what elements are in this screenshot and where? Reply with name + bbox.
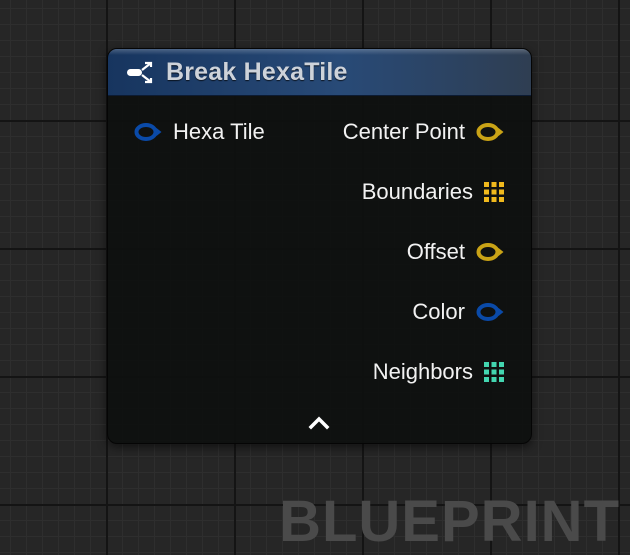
array-pin-icon[interactable]: [483, 181, 505, 203]
pin-boundaries[interactable]: Boundaries: [362, 178, 505, 206]
blueprint-graph-canvas[interactable]: Break HexaTile Hexa Tile Center Point Bo…: [0, 0, 630, 555]
pin-hexa-tile[interactable]: Hexa Tile: [133, 118, 265, 146]
array-pin-icon[interactable]: [483, 361, 505, 383]
pin-label-neighbors: Neighbors: [372, 359, 473, 384]
pin-label-color: Color: [412, 299, 465, 324]
pin-label-offset: Offset: [406, 239, 465, 264]
vector-pin-icon[interactable]: [475, 122, 505, 142]
node-title: Break HexaTile: [166, 58, 348, 86]
pin-neighbors[interactable]: Neighbors: [373, 358, 505, 386]
struct-pin-icon[interactable]: [475, 302, 505, 322]
break-hexatile-node[interactable]: Break HexaTile Hexa Tile Center Point Bo…: [107, 48, 532, 444]
break-struct-icon: [127, 61, 153, 84]
struct-pin-icon[interactable]: [133, 122, 163, 142]
pin-label-center-point: Center Point: [342, 119, 465, 144]
blueprint-watermark: BLUEPRINT: [279, 489, 620, 554]
pin-label-hexa-tile: Hexa Tile: [173, 119, 265, 144]
vector-pin-icon[interactable]: [475, 242, 505, 262]
chevron-up-icon[interactable]: [307, 413, 331, 431]
pin-color[interactable]: Color: [412, 298, 505, 326]
pin-center-point[interactable]: Center Point: [343, 118, 505, 146]
pin-label-boundaries: Boundaries: [361, 179, 473, 204]
pin-offset[interactable]: Offset: [407, 238, 505, 266]
node-header[interactable]: Break HexaTile: [108, 49, 531, 96]
